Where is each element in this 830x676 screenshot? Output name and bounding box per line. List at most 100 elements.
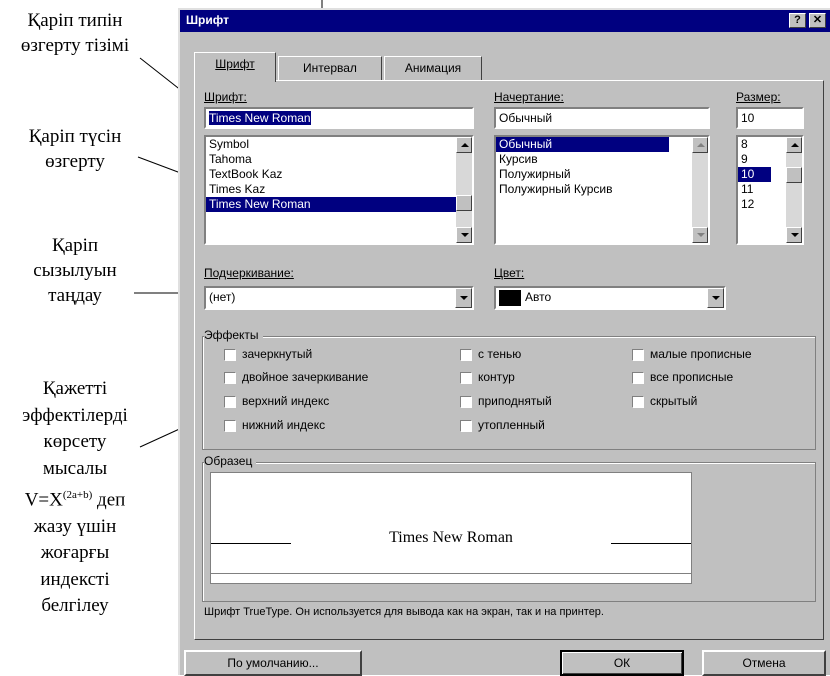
color-value: Авто [525,290,552,304]
underline-select[interactable]: (нет) [204,286,474,310]
effects-label: Эффекты [204,328,263,342]
annotation-text: Қаріп типін [27,10,123,31]
preview-box: Times New Roman [210,472,692,584]
preview-divider [211,573,691,574]
list-item[interactable]: Times Kaz [206,182,472,197]
subscript-checkbox[interactable] [224,420,236,432]
dialog-title: Шрифт [186,13,229,27]
scroll-down-button[interactable] [786,227,802,243]
tab-label: Интервал [303,61,357,75]
scroll-down-button[interactable] [692,227,708,243]
style-list-scrollbar[interactable] [692,137,708,243]
list-item[interactable]: 10 [738,167,771,182]
outline-checkbox[interactable] [460,372,472,384]
annotation-text: көрсету [43,431,107,452]
help-button[interactable]: ? [789,13,806,28]
tab-font[interactable]: Шрифт [194,52,276,82]
close-button[interactable]: ✕ [809,13,826,28]
size-list[interactable]: 8 9 10 11 12 [736,135,804,245]
dropdown-button[interactable] [707,288,724,308]
list-item[interactable]: TextBook Kaz [206,167,472,182]
font-input[interactable]: Times New Roman [204,107,474,129]
emboss-label: приподнятый [478,394,552,408]
double-strikethrough-label: двойное зачеркивание [242,370,369,384]
ok-button[interactable]: ОК [560,650,684,676]
scroll-thumb[interactable] [786,167,802,183]
arrow-down-icon [697,233,705,237]
outline-label: контур [478,370,515,384]
tab-animation[interactable]: Анимация [384,56,482,80]
double-strikethrough-checkbox[interactable] [224,372,236,384]
info-text: Шрифт TrueType. Он используется для выво… [204,606,604,618]
title-bar[interactable]: Шрифт ? ✕ [180,10,830,32]
annotation-text: сызылуын [33,260,117,281]
scroll-up-button[interactable] [786,137,802,153]
subscript-label: нижний индекс [242,418,326,432]
formula-tail: деп [92,489,126,511]
superscript-checkbox[interactable] [224,396,236,408]
style-list[interactable]: Обычный Курсив Полужирный Полужирный Кур… [494,135,710,245]
annotation-text: жазу үшін [33,515,117,537]
scroll-down-button[interactable] [456,227,472,243]
default-button[interactable]: По умолчанию... [184,650,362,676]
scroll-up-button[interactable] [456,137,472,153]
list-item[interactable]: Times New Roman [206,197,472,212]
scroll-thumb[interactable] [456,195,472,211]
annotation-effects: Қажетті эффектілерді көрсету мысалы V=X(… [0,376,150,620]
annotation-text: индексті [40,568,110,590]
small-caps-label: малые прописные [650,347,752,361]
scroll-up-button[interactable] [692,137,708,153]
list-item[interactable]: Symbol [206,137,472,152]
list-item[interactable]: Курсив [496,152,708,167]
annotation-text: жоғарғы [40,542,110,564]
size-list-scrollbar[interactable] [786,137,802,243]
annotation-formula: V=X(2a+b) деп [0,482,150,514]
style-input[interactable]: Обычный [494,107,710,129]
preview-text: Times New Roman [389,529,513,546]
annotation-font-type: Қаріп типін өзгерту тізімі [0,8,150,58]
list-item[interactable]: Полужирный Курсив [496,182,708,197]
font-list-scrollbar[interactable] [456,137,472,243]
hidden-checkbox[interactable] [632,396,644,408]
formula-base: V=X [24,489,63,511]
annotation-text: Қаріп [51,235,99,256]
formula-superscript: (2a+b) [62,489,93,501]
list-item[interactable]: Полужирный [496,167,708,182]
strikethrough-checkbox[interactable] [224,349,236,361]
superscript-label: верхний индекс [242,394,330,408]
arrow-up-icon [461,143,469,147]
size-label: Размер: [736,90,781,104]
cancel-button[interactable]: Отмена [702,650,826,676]
annotation-text: таңдау [48,285,102,306]
annotation-font-color: Қаріп түсін өзгерту [0,124,150,174]
tab-spacing[interactable]: Интервал [278,56,382,80]
hidden-label: скрытый [650,394,698,408]
all-caps-checkbox[interactable] [632,372,644,384]
size-input[interactable]: 10 [736,107,804,129]
list-item[interactable]: Tahoma [206,152,472,167]
arrow-up-icon [697,143,705,147]
dropdown-button[interactable] [455,288,472,308]
shadow-label: с тенью [478,347,522,361]
annotation-text: мысалы [42,457,108,479]
font-label: Шрифт: [204,90,247,104]
annotation-text: өзгерту тізімі [20,35,130,56]
font-input-value: Times New Roman [209,111,311,125]
list-item[interactable]: Обычный [496,137,669,152]
all-caps-label: все прописные [650,370,734,384]
arrow-down-icon [791,233,799,237]
engrave-label: утопленный [478,418,545,432]
arrow-down-icon [461,233,469,237]
font-list[interactable]: Symbol Tahoma TextBook Kaz Times Kaz Tim… [204,135,474,245]
underline-value: (нет) [209,290,236,304]
color-label: Цвет: [494,266,525,280]
annotation-text: Қажетті [42,378,108,399]
engrave-checkbox[interactable] [460,420,472,432]
emboss-checkbox[interactable] [460,396,472,408]
small-caps-checkbox[interactable] [632,349,644,361]
preview-label: Образец [204,454,257,468]
color-select[interactable]: Авто [494,286,726,310]
annotation-text: Қаріп түсін [28,126,122,147]
annotation-text: белгілеу [41,595,109,617]
shadow-checkbox[interactable] [460,349,472,361]
